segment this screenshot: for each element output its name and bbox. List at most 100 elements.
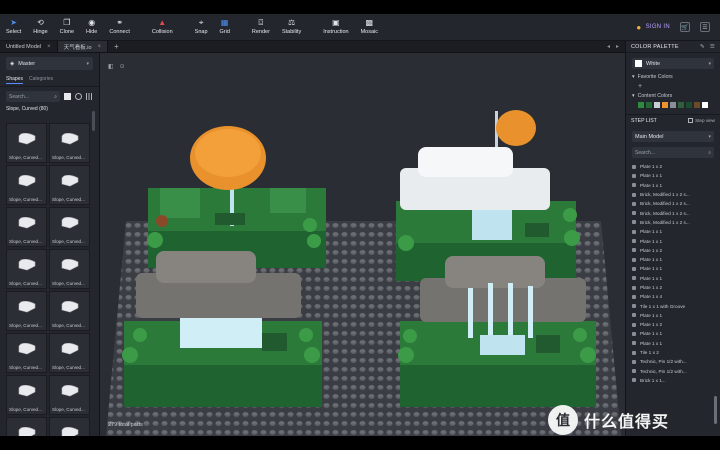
step-list-scrollbar[interactable] bbox=[714, 396, 717, 424]
color-swatch[interactable] bbox=[662, 102, 668, 108]
part-tile[interactable]: Slope, Curved... bbox=[6, 123, 47, 163]
tab-categories[interactable]: Categories bbox=[29, 76, 53, 84]
step-item[interactable]: Plate 1 x 2 bbox=[632, 246, 714, 255]
color-swatch[interactable] bbox=[678, 102, 684, 108]
step-item[interactable]: Plate 1 x 1 bbox=[632, 255, 714, 264]
add-tab-icon[interactable]: + bbox=[108, 41, 125, 52]
connect-tool-button[interactable]: ⚭ Connect bbox=[103, 14, 136, 40]
part-tile[interactable]: Slope, Curved... bbox=[6, 249, 47, 289]
step-item[interactable]: Tile 1 x 1 with Groove bbox=[632, 301, 714, 310]
step-label: Tile 1 x 1 with Groove bbox=[640, 303, 686, 309]
part-tile[interactable]: Slope, Curved... bbox=[49, 291, 90, 331]
step-item[interactable]: Brick, Modified 1 x 2 s... bbox=[632, 199, 714, 208]
instruction-button[interactable]: ▣ Instruction bbox=[317, 14, 354, 40]
step-item[interactable]: Technic, Pin 1/2 with... bbox=[632, 357, 714, 366]
step-item[interactable]: Brick, Modified 1 x 2 s... bbox=[632, 218, 714, 227]
part-label: Slope, Curved... bbox=[9, 281, 42, 286]
clone-tool-button[interactable]: ❐ Clone bbox=[54, 14, 80, 40]
step-search-input[interactable]: Search... ⌕ bbox=[632, 147, 714, 158]
hinge-tool-button[interactable]: ⟲ Hinge bbox=[27, 14, 53, 40]
part-tile[interactable]: Slope, Curved... bbox=[49, 249, 90, 289]
step-item[interactable]: Brick, Modified 1 x 2 s... bbox=[632, 208, 714, 217]
color-swatch[interactable] bbox=[702, 102, 708, 108]
color-swatch[interactable] bbox=[638, 102, 644, 108]
filter-round-icon[interactable] bbox=[75, 93, 82, 100]
close-icon[interactable]: × bbox=[47, 44, 51, 50]
mosaic-button[interactable]: ▩ Mosaic bbox=[355, 14, 384, 40]
part-tile[interactable]: Slope, Curved... bbox=[6, 291, 47, 331]
brick-icon bbox=[18, 175, 36, 187]
panel-menu-icon[interactable]: ☰ bbox=[710, 44, 715, 50]
brick-icon bbox=[632, 285, 636, 290]
step-item[interactable]: Plate 1 x 1 bbox=[632, 274, 714, 283]
step-list: Plate 1 x 2 Plate 1 x 1 Plate 1 x 1 Brick, … bbox=[632, 162, 714, 385]
color-swatch[interactable] bbox=[686, 102, 692, 108]
step-item[interactable]: Brick 1 x 1... bbox=[632, 376, 714, 385]
chevron-left-icon[interactable]: ◂ bbox=[607, 43, 610, 50]
step-item[interactable]: Plate 1 x 1 bbox=[632, 264, 714, 273]
color-swatch[interactable] bbox=[670, 102, 676, 108]
step-item[interactable]: Tile 1 x 2 bbox=[632, 348, 714, 357]
stability-button[interactable]: ⚖ Stability bbox=[276, 14, 307, 40]
tab-untitled-model[interactable]: Untitled Model × bbox=[0, 41, 58, 52]
parts-search-input[interactable]: Search... ⌕ bbox=[6, 91, 60, 102]
color-swatch[interactable] bbox=[694, 102, 700, 108]
connect-icon: ⚭ bbox=[116, 18, 123, 27]
color-selector[interactable]: White ▾ bbox=[632, 58, 714, 69]
part-tile[interactable]: Slope, Curved... bbox=[6, 375, 47, 415]
color-swatch[interactable] bbox=[654, 102, 660, 108]
render-button[interactable]: ⌼ Render bbox=[246, 14, 276, 40]
collision-toggle[interactable]: ▲ Collision bbox=[146, 14, 179, 40]
step-item[interactable]: Plate 1 x 1 bbox=[632, 227, 714, 236]
filter-square-icon[interactable] bbox=[64, 93, 71, 100]
3d-viewport[interactable]: ◧ ⊙ 279 total parts bbox=[100, 53, 625, 436]
favorite-colors-section[interactable]: ▾ Favorite Colors bbox=[632, 74, 714, 80]
step-item[interactable]: Brick, Modified 1 x 2 s... bbox=[632, 190, 714, 199]
step-item[interactable]: Plate 1 x 2 bbox=[632, 162, 714, 171]
close-icon[interactable]: × bbox=[98, 44, 102, 50]
step-item[interactable]: Plate 1 x 4 bbox=[632, 292, 714, 301]
parts-scrollbar[interactable] bbox=[92, 111, 95, 131]
content-colors-section[interactable]: ▾ Content Colors bbox=[632, 93, 714, 99]
part-tile[interactable]: Slope, Curved... bbox=[49, 375, 90, 415]
part-tile[interactable]: Slope, Curved... bbox=[6, 333, 47, 373]
tab-shapes[interactable]: Shapes bbox=[6, 76, 23, 84]
step-item[interactable]: Plate 1 x 1 bbox=[632, 171, 714, 180]
chevron-down-icon: ▾ bbox=[632, 74, 635, 80]
step-model-selector[interactable]: Main Model ▾ bbox=[632, 131, 714, 142]
select-tool-button[interactable]: ➤ Select bbox=[0, 14, 27, 40]
step-view-toggle[interactable]: Step view bbox=[688, 118, 715, 123]
menu-icon[interactable]: ☰ bbox=[700, 22, 710, 32]
cart-icon[interactable]: 🛒 bbox=[680, 22, 690, 32]
part-tile[interactable]: Slope, Curved... bbox=[49, 165, 90, 205]
watermark-logo: 值 bbox=[548, 405, 578, 435]
step-item[interactable]: Plate 1 x 1 bbox=[632, 236, 714, 245]
hide-tool-button[interactable]: ◉ Hide bbox=[80, 14, 103, 40]
step-item[interactable]: Plate 1 x 1 bbox=[632, 181, 714, 190]
step-item[interactable]: Plate 1 x 1 bbox=[632, 311, 714, 320]
chevron-right-icon[interactable]: ▸ bbox=[616, 43, 619, 50]
model-selector[interactable]: ◈ Master ▾ bbox=[6, 57, 93, 70]
add-favorite-icon[interactable]: + bbox=[638, 83, 708, 90]
grid-view-icon[interactable] bbox=[86, 93, 93, 100]
part-tile[interactable]: Slope, Curved... bbox=[6, 207, 47, 247]
color-swatch[interactable] bbox=[646, 102, 652, 108]
part-tile[interactable]: Slope, Curved... bbox=[6, 165, 47, 205]
brick-icon bbox=[61, 175, 79, 187]
step-item[interactable]: Plate 1 x 2 bbox=[632, 283, 714, 292]
part-tile[interactable]: Slope, Curved... bbox=[49, 207, 90, 247]
step-item[interactable]: Plate 1 x 1 bbox=[632, 339, 714, 348]
step-item[interactable]: Plate 1 x 1 bbox=[632, 329, 714, 338]
part-tile[interactable]: Slope, Curved... bbox=[49, 333, 90, 373]
step-label: Plate 1 x 4 bbox=[640, 294, 663, 300]
brick-icon bbox=[61, 133, 79, 145]
step-item[interactable]: Plate 1 x 2 bbox=[632, 320, 714, 329]
signin-button[interactable]: ● SIGN IN bbox=[636, 23, 670, 32]
tab-weather-board[interactable]: 天气看板.io × bbox=[57, 41, 109, 52]
part-tile[interactable]: Slope, Curved... bbox=[49, 123, 90, 163]
eyedropper-icon[interactable]: ✎ bbox=[700, 44, 705, 50]
grid-toggle[interactable]: ▦ Grid bbox=[214, 14, 236, 40]
step-item[interactable]: Technic, Pin 1/2 with... bbox=[632, 367, 714, 376]
snap-toggle[interactable]: ⌖ Snap bbox=[189, 14, 214, 40]
checkbox[interactable] bbox=[688, 118, 694, 123]
